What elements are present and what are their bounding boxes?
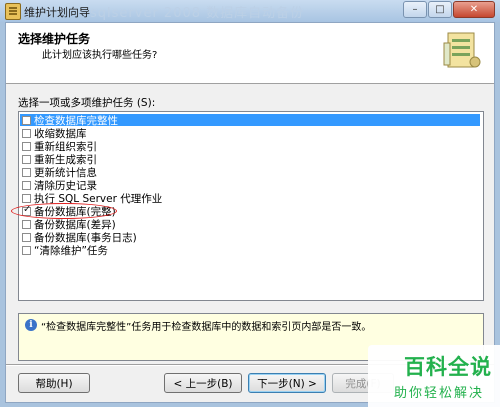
wizard-app-icon <box>5 3 21 20</box>
minimize-button[interactable]: – <box>403 1 427 18</box>
task-item-backup-log[interactable]: 备份数据库(事务日志) <box>22 231 137 244</box>
task-item-maintenance-cleanup[interactable]: “清除维护”任务 <box>22 244 108 257</box>
task-item-history-cleanup[interactable]: 清除历史记录 <box>22 179 97 192</box>
task-label: “清除维护”任务 <box>34 244 108 257</box>
help-button[interactable]: 帮助(H) <box>18 373 90 393</box>
task-description-text: “检查数据库完整性”任务用于检查数据库中的数据和索引页内部是否一致。 <box>41 322 372 333</box>
task-checkbox[interactable] <box>22 167 31 177</box>
page-title: 选择维护任务 <box>18 32 91 46</box>
window-title: 维护计划向导 <box>24 6 90 19</box>
title-bar: 维护计划向导 sqlserver 2008 数据库自动备份 – □ ✕ <box>0 0 500 22</box>
task-checkbox[interactable] <box>22 219 31 229</box>
close-button[interactable]: ✕ <box>453 1 495 18</box>
task-checkbox[interactable] <box>22 115 31 125</box>
wizard-header: 选择维护任务 此计划应该执行哪些任务? <box>6 23 494 84</box>
task-checkbox[interactable] <box>22 128 31 138</box>
background-window-title: sqlserver 2008 数据库自动备份 <box>90 6 305 21</box>
task-item-check-integrity[interactable]: 检查数据库完整性 <box>20 114 480 127</box>
highlight-circle-annotation <box>11 203 117 219</box>
task-checkbox[interactable] <box>22 232 31 242</box>
page-subtitle: 此计划应该执行哪些任务? <box>42 50 158 61</box>
window-controls: – □ ✕ <box>403 1 495 19</box>
task-item-backup-diff[interactable]: 备份数据库(差异) <box>22 218 116 231</box>
watermark-title: 百科全说 <box>404 355 492 379</box>
maintenance-wizard-icon <box>443 32 481 68</box>
task-checkbox[interactable] <box>22 245 31 255</box>
task-item-reorganize-index[interactable]: 重新组织索引 <box>22 140 97 153</box>
back-button[interactable]: < 上一步(B) <box>164 373 242 393</box>
task-checkbox[interactable] <box>22 180 31 190</box>
site-watermark: 百科全说 助你轻松解决 <box>368 345 500 407</box>
task-item-rebuild-index[interactable]: 重新生成索引 <box>22 153 97 166</box>
watermark-slogan: 助你轻松解决 <box>393 386 484 401</box>
task-item-shrink-db[interactable]: 收缩数据库 <box>22 127 87 140</box>
maximize-button[interactable]: □ <box>428 1 452 18</box>
info-icon: i <box>25 319 37 331</box>
task-item-agent-job[interactable]: 执行 SQL Server 代理作业 <box>22 192 162 205</box>
task-checkbox[interactable] <box>22 154 31 164</box>
task-checkbox[interactable] <box>22 193 31 203</box>
task-list-label: 选择一项或多项维护任务 (S): <box>18 97 156 109</box>
next-button[interactable]: 下一步(N) > <box>248 373 326 393</box>
task-checkbox[interactable] <box>22 141 31 151</box>
task-item-update-stats[interactable]: 更新统计信息 <box>22 166 97 179</box>
